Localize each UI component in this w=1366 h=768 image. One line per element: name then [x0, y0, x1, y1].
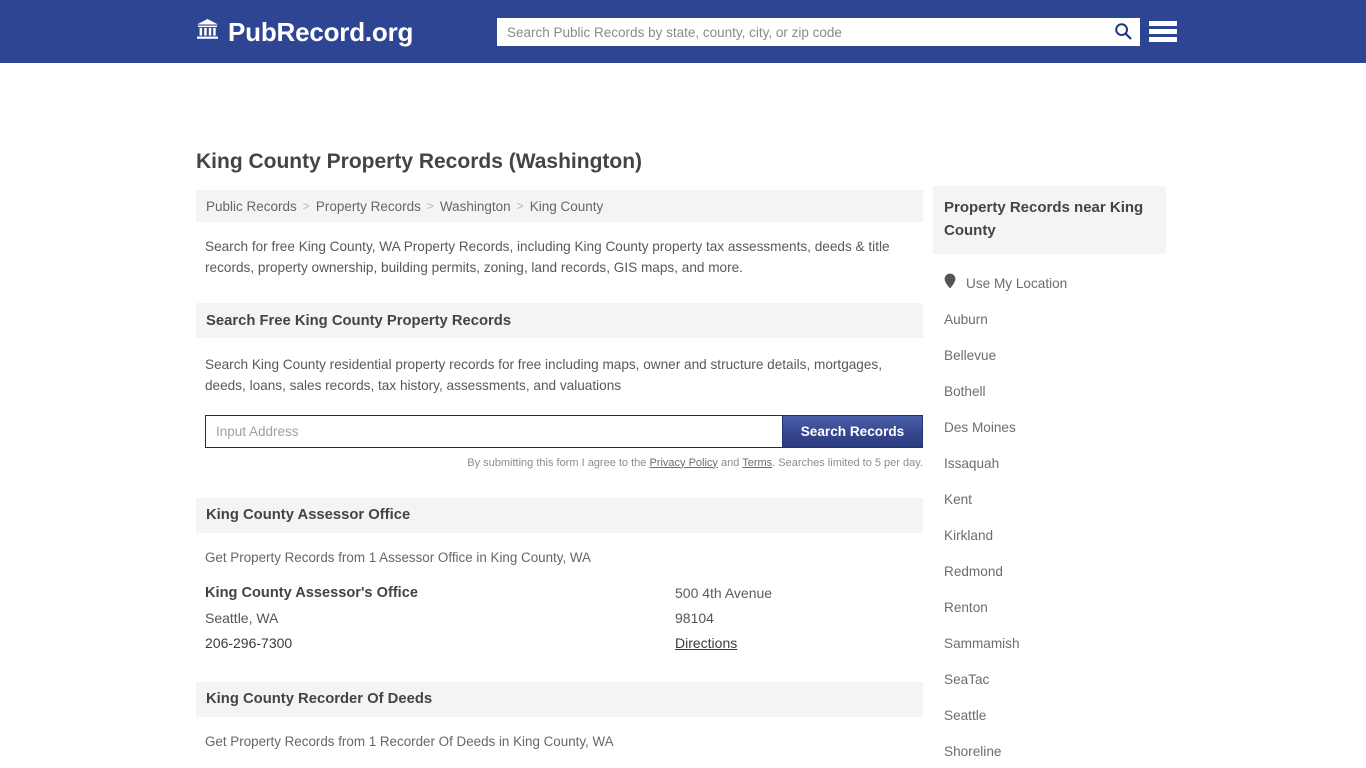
sidebar-link-seatac[interactable]: SeaTac: [944, 672, 989, 687]
hamburger-bar-2: [1149, 29, 1177, 34]
hamburger-bar-3: [1149, 37, 1177, 42]
assessor-office-heading: King County Assessor Office: [196, 497, 923, 533]
assessor-office-address: 500 4th Avenue 98104 Directions: [675, 585, 914, 653]
global-search-box: [497, 18, 1140, 46]
assessor-office-phone: 206-296-7300: [205, 634, 293, 651]
breadcrumb-item-washington[interactable]: Washington: [440, 199, 511, 214]
assessor-office-section: King County Assessor Office Get Property…: [196, 497, 923, 653]
hamburger-bar-1: [1149, 21, 1177, 26]
search-records-panel: Search Free King County Property Records…: [196, 303, 923, 469]
sidebar-item-seatac[interactable]: SeaTac: [933, 661, 1166, 697]
search-records-button[interactable]: Search Records: [782, 414, 923, 448]
sidebar-item-kent[interactable]: Kent: [933, 481, 1166, 517]
search-icon: [1114, 22, 1132, 43]
sidebar-use-my-location-label[interactable]: Use My Location: [966, 276, 1067, 291]
disclaimer-prefix: By submitting this form I agree to the: [467, 456, 650, 469]
page-intro-text: Search for free King County, WA Property…: [205, 239, 890, 275]
sidebar-item-use-my-location[interactable]: Use My Location: [933, 265, 1166, 301]
sidebar-item-shoreline[interactable]: Shoreline: [933, 733, 1166, 768]
global-search-input[interactable]: [497, 19, 1106, 45]
sidebar-link-renton[interactable]: Renton: [944, 600, 988, 615]
sidebar-list: Use My Location Auburn Bellevue Bothell …: [933, 265, 1166, 768]
sidebar-heading: Property Records near King County: [933, 186, 1166, 254]
search-panel-heading: Search Free King County Property Records: [196, 303, 923, 339]
bank-building-icon: [196, 18, 219, 45]
sidebar-item-seattle[interactable]: Seattle: [933, 697, 1166, 733]
search-panel-description: Search King County residential property …: [205, 357, 883, 393]
sidebar-link-kirkland[interactable]: Kirkland: [944, 528, 993, 543]
site-logo-text: PubRecord.org: [228, 16, 414, 47]
disclaimer-suffix: . Searches limited to 5 per day.: [772, 456, 923, 469]
address-search-input[interactable]: [205, 414, 782, 448]
assessor-office-details: King County Assessor's Office Seattle, W…: [205, 585, 675, 653]
assessor-office-zip: 98104: [675, 609, 714, 626]
sidebar-item-renton[interactable]: Renton: [933, 589, 1166, 625]
sidebar-link-redmond[interactable]: Redmond: [944, 564, 1003, 579]
breadcrumb-separator: >: [426, 199, 434, 213]
breadcrumb-separator: >: [302, 199, 310, 213]
global-search-button[interactable]: [1106, 18, 1140, 46]
recorder-of-deeds-heading: King County Recorder Of Deeds: [196, 681, 923, 717]
sidebar-item-bellevue[interactable]: Bellevue: [933, 337, 1166, 373]
assessor-office-city-state: Seattle, WA: [205, 609, 279, 626]
nearby-records-sidebar: Property Records near King County Use My…: [933, 186, 1166, 768]
sidebar-link-seattle[interactable]: Seattle: [944, 708, 986, 723]
sidebar-link-bellevue[interactable]: Bellevue: [944, 348, 996, 363]
page-title: King County Property Records (Washington…: [196, 150, 643, 173]
sidebar-item-bothell[interactable]: Bothell: [933, 373, 1166, 409]
assessor-office-directions-link[interactable]: Directions: [675, 635, 737, 651]
assessor-office-street: 500 4th Avenue: [675, 584, 773, 601]
recorder-of-deeds-section: King County Recorder Of Deeds Get Proper…: [196, 681, 923, 768]
sidebar-link-shoreline[interactable]: Shoreline: [944, 744, 1001, 759]
sidebar-link-auburn[interactable]: Auburn: [944, 312, 988, 327]
sidebar-item-sammamish[interactable]: Sammamish: [933, 625, 1166, 661]
disclaimer-middle: and: [717, 456, 743, 469]
sidebar-link-sammamish[interactable]: Sammamish: [944, 636, 1020, 651]
assessor-office-card: King County Assessor's Office Seattle, W…: [196, 585, 923, 653]
address-search-form: Search Records: [205, 414, 923, 448]
breadcrumb-separator: >: [516, 199, 524, 213]
sidebar-link-issaquah[interactable]: Issaquah: [944, 456, 999, 471]
form-disclaimer: By submitting this form I agree to the P…: [205, 457, 923, 469]
breadcrumb: Public Records > Property Records > Wash…: [196, 190, 923, 222]
sidebar-link-bothell[interactable]: Bothell: [944, 384, 986, 399]
breadcrumb-item-property-records[interactable]: Property Records: [316, 199, 421, 214]
search-panel-body: Search King County residential property …: [196, 355, 923, 469]
sidebar-item-kirkland[interactable]: Kirkland: [933, 517, 1166, 553]
sidebar-item-des-moines[interactable]: Des Moines: [933, 409, 1166, 445]
assessor-office-subtext: Get Property Records from 1 Assessor Off…: [205, 549, 591, 565]
assessor-office-name: King County Assessor's Office: [205, 584, 418, 601]
terms-link[interactable]: Terms: [742, 457, 772, 469]
map-pin-icon: [944, 273, 956, 294]
sidebar-item-issaquah[interactable]: Issaquah: [933, 445, 1166, 481]
recorder-of-deeds-subtext: Get Property Records from 1 Recorder Of …: [205, 733, 614, 749]
main-content-column: Public Records > Property Records > Wash…: [196, 190, 923, 768]
sidebar-link-des-moines[interactable]: Des Moines: [944, 420, 1016, 435]
site-header: PubRecord.org: [0, 0, 1366, 63]
breadcrumb-item-public-records[interactable]: Public Records: [206, 199, 297, 214]
sidebar-item-auburn[interactable]: Auburn: [933, 301, 1166, 337]
breadcrumb-item-king-county: King County: [529, 198, 604, 214]
site-logo[interactable]: PubRecord.org: [196, 18, 413, 45]
privacy-policy-link[interactable]: Privacy Policy: [649, 457, 717, 469]
hamburger-menu-icon[interactable]: [1149, 19, 1177, 44]
sidebar-item-redmond[interactable]: Redmond: [933, 553, 1166, 589]
sidebar-link-kent[interactable]: Kent: [944, 492, 972, 507]
